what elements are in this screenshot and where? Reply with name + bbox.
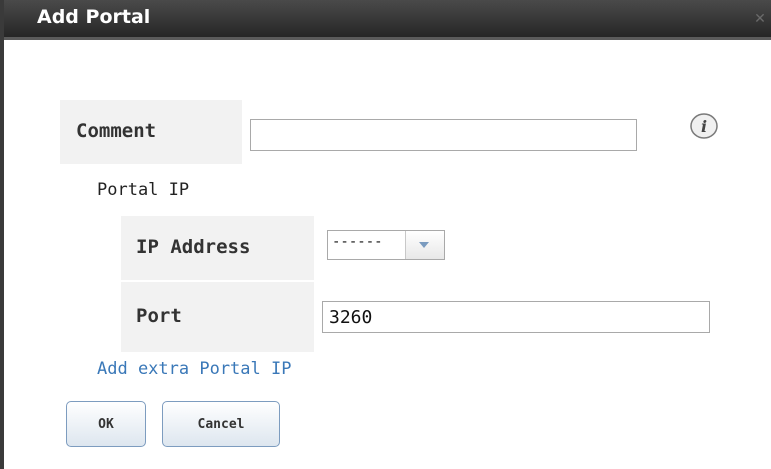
comment-label: Comment (76, 120, 157, 142)
ok-button[interactable]: OK (66, 401, 146, 447)
ip-address-selected-value: ------ (332, 234, 383, 250)
ip-address-label: IP Address (136, 236, 251, 258)
cancel-button[interactable]: Cancel (162, 401, 280, 447)
dialog-titlebar[interactable]: Add Portal ✕ (4, 0, 771, 40)
comment-label-cell: Comment (60, 100, 242, 164)
add-portal-dialog: Add Portal ✕ Comment i Portal IP IP Addr… (0, 0, 771, 469)
ip-address-label-cell: IP Address (121, 216, 314, 280)
portal-ip-section-label: Portal IP (97, 180, 190, 200)
add-extra-portal-ip-link[interactable]: Add extra Portal IP (97, 359, 291, 379)
chevron-down-icon[interactable] (405, 231, 444, 259)
close-icon[interactable]: ✕ (753, 12, 767, 26)
ip-address-select[interactable]: ------ (327, 230, 445, 260)
port-input[interactable] (322, 301, 710, 333)
port-label: Port (136, 305, 182, 327)
info-icon[interactable]: i (689, 112, 719, 140)
port-label-cell: Port (121, 282, 314, 352)
svg-text:i: i (701, 117, 707, 136)
comment-input[interactable] (250, 119, 637, 151)
dialog-title: Add Portal (37, 6, 151, 28)
